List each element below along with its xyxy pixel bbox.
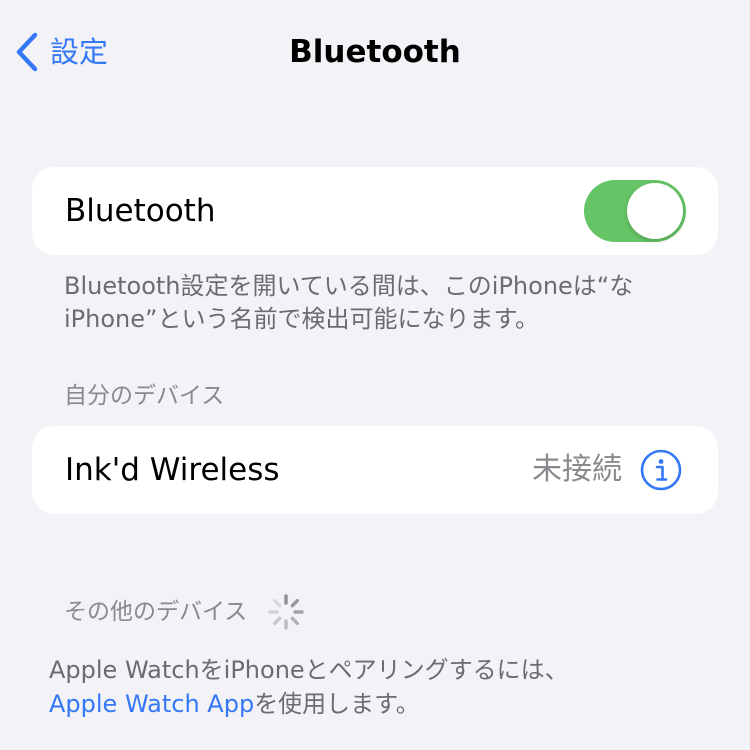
- navigation-bar: 設定 Bluetooth: [0, 0, 750, 104]
- other-devices-label: その他のデバイス: [64, 599, 248, 625]
- bluetooth-footer-text: Bluetooth設定を開いている間は、このiPhoneは“な iPhone”と…: [64, 270, 704, 336]
- footer-line-1: Bluetooth設定を開いている間は、このiPhoneは“な: [64, 272, 634, 300]
- pairing-line-2-rest: を使用します。: [254, 690, 420, 718]
- other-devices-header: その他のデバイス: [64, 593, 305, 631]
- page-title: Bluetooth: [289, 34, 461, 70]
- info-circle-icon: [640, 449, 682, 491]
- device-row[interactable]: Ink'd Wireless 未接続: [32, 426, 718, 514]
- device-status: 未接続: [532, 452, 622, 487]
- toggle-knob: [627, 183, 683, 239]
- my-devices-header: 自分のデバイス: [64, 383, 225, 409]
- footer-line-2: iPhone”という名前で検出可能になります。: [64, 305, 540, 333]
- activity-spinner-icon: [267, 593, 305, 631]
- apple-watch-app-link[interactable]: Apple Watch App: [49, 690, 254, 718]
- device-name: Ink'd Wireless: [65, 452, 280, 488]
- pairing-instructions: Apple WatchをiPhoneとペアリングするには、 Apple Watc…: [49, 653, 729, 721]
- bluetooth-toggle-cell: Bluetooth: [32, 167, 718, 255]
- pairing-line-1: Apple WatchをiPhoneとペアリングするには、: [49, 656, 569, 684]
- bluetooth-label: Bluetooth: [65, 193, 216, 229]
- info-button[interactable]: [640, 449, 682, 491]
- pairing-line-2: Apple Watch Appを使用します。: [49, 687, 729, 721]
- bluetooth-toggle[interactable]: [584, 180, 686, 242]
